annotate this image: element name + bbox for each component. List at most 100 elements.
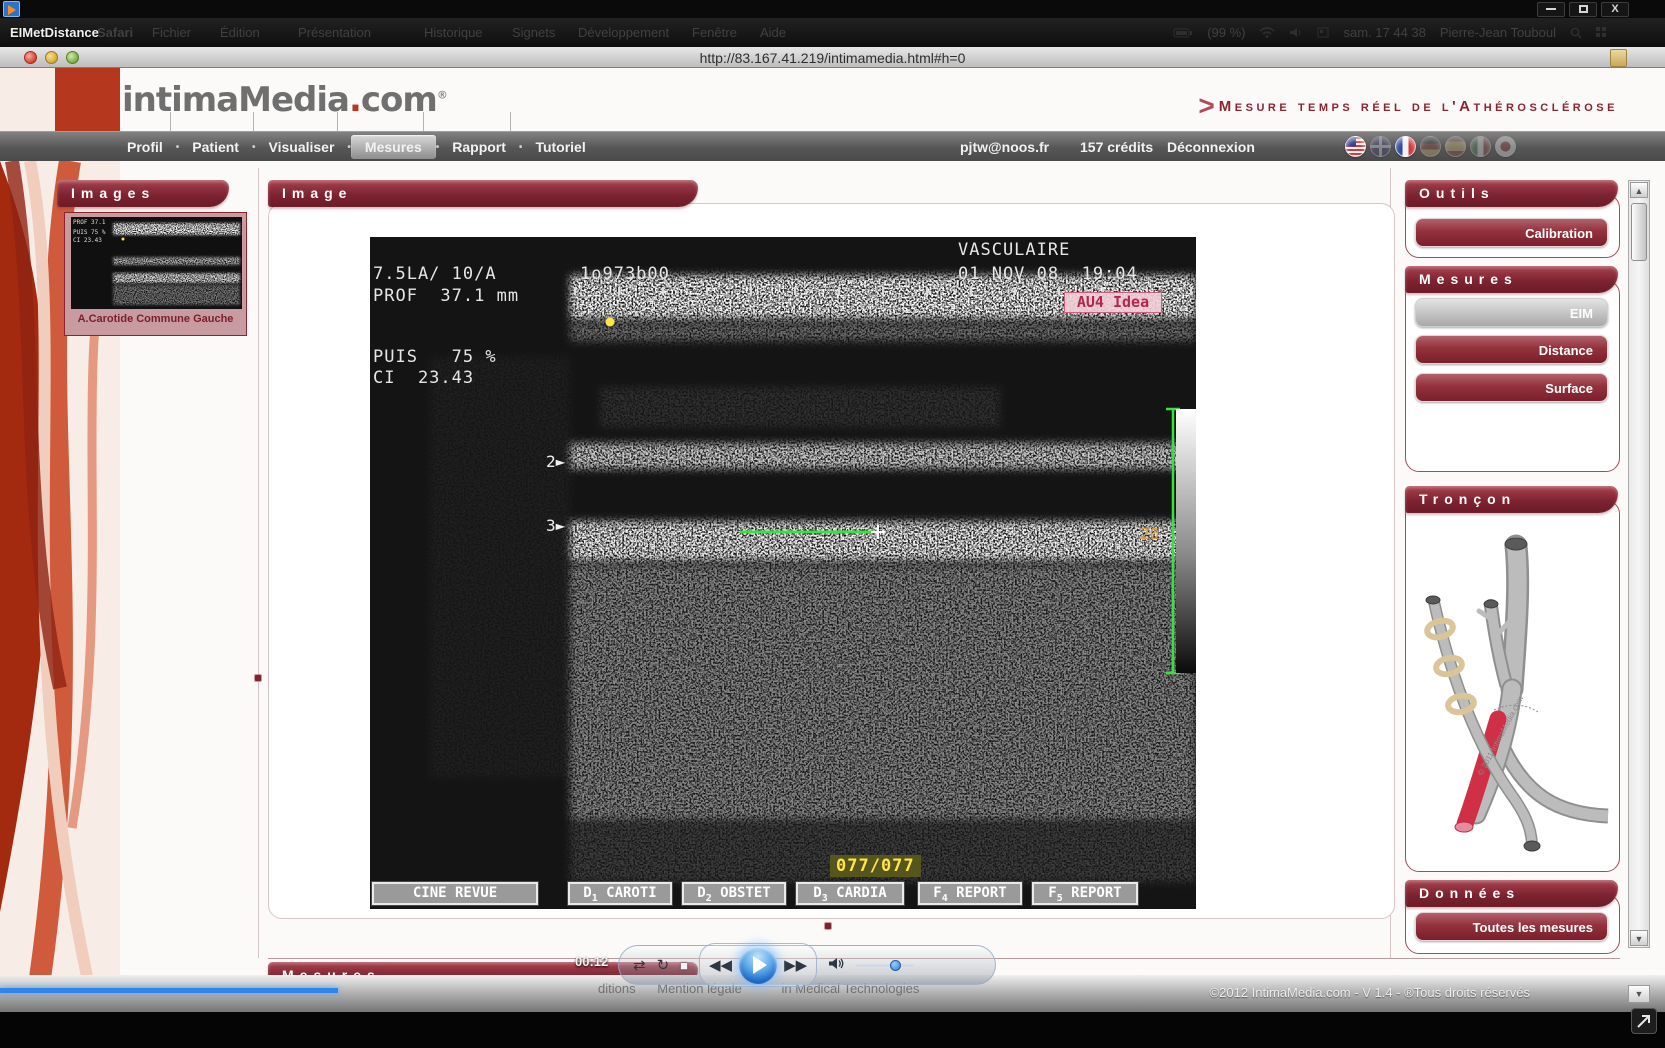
frame-counter: 077/077 — [830, 855, 921, 877]
scrollbar-up-arrow[interactable]: ▲ — [1630, 182, 1648, 198]
shuffle-icon[interactable]: ⇄ — [633, 958, 646, 973]
transport-group: ◀◀ ▶▶ — [699, 943, 817, 987]
rewind-icon[interactable]: ◀◀ — [709, 958, 732, 973]
nav-rapport[interactable]: Rapport — [439, 139, 519, 155]
fast-forward-icon[interactable]: ▶▶ — [784, 958, 807, 973]
us-study-id: 1o973b00 — [580, 264, 670, 284]
us-puis: PUIS 75 % — [373, 347, 497, 367]
flag-fr-icon[interactable] — [1395, 136, 1416, 157]
us-button-report-f4[interactable]: F4 REPORT — [918, 882, 1022, 905]
donnees-panel-header: Données — [1405, 880, 1618, 907]
marker-arrow-icon: ► — [556, 452, 566, 471]
menubar-user[interactable]: Pierre-Jean Touboul — [1440, 25, 1556, 40]
us-button-obstet[interactable]: D2 OBSTET — [682, 882, 786, 905]
eim-button[interactable]: EIM — [1415, 298, 1608, 327]
play-button[interactable] — [739, 946, 777, 984]
menu-safari[interactable]: Safari — [97, 25, 133, 40]
tagline-chevron-icon: > — [1198, 90, 1214, 121]
mac-menubar: Safari Fichier Édition Présentation Hist… — [0, 18, 1665, 47]
player-popout-icon[interactable] — [1631, 1008, 1657, 1034]
carotid-artery-diagram[interactable]: © 2011 IntimaMedia.com — [1416, 514, 1609, 859]
repeat-icon[interactable]: ↻ — [657, 958, 670, 973]
volume-speaker-icon[interactable] — [828, 957, 845, 973]
account-email: pjtw@noos.fr — [960, 139, 1049, 155]
window-close-button[interactable]: X — [1601, 2, 1629, 17]
menu-signets[interactable]: Signets — [512, 25, 555, 40]
letterbox-bottom — [0, 1012, 1665, 1048]
scrollbar-thumb[interactable] — [1631, 203, 1647, 261]
menubar-clock[interactable]: sam. 17 44 38 — [1343, 25, 1425, 40]
flag-de-icon[interactable] — [1420, 136, 1441, 157]
background-swirl-graphic — [0, 68, 120, 1012]
us-button-report-f5[interactable]: F5 REPORT — [1032, 882, 1138, 905]
nav-patient[interactable]: Patient — [179, 139, 252, 155]
elapsed-time: 00:12 — [575, 954, 608, 969]
nav-profil[interactable]: Profil — [114, 139, 176, 155]
flag-gb-icon[interactable] — [1370, 136, 1391, 157]
us-button-cardia[interactable]: D3 CARDIA — [796, 882, 904, 905]
window-maximize-button[interactable] — [1569, 2, 1597, 17]
volume-slider[interactable] — [856, 964, 914, 967]
scrollbar-down-arrow[interactable]: ▼ — [1630, 930, 1648, 946]
player-titlebar — [0, 0, 1665, 18]
logout-link[interactable]: Déconnexion — [1167, 139, 1255, 155]
flag-us-icon[interactable] — [1345, 136, 1366, 157]
column-divider — [258, 168, 259, 958]
nav-tutoriel[interactable]: Tutoriel — [522, 139, 598, 155]
site-tagline: > Mesure temps réel de l'Athérosclérose — [1198, 90, 1618, 122]
logo-registered-mark: ® — [437, 89, 447, 102]
us-button-caroti[interactable]: D1 CAROTI — [568, 882, 672, 905]
us-mode: VASCULAIRE — [958, 240, 1070, 260]
menu-fichier[interactable]: Fichier — [152, 25, 191, 40]
flag-jp-icon[interactable] — [1495, 136, 1516, 157]
logo-dot: . — [349, 80, 361, 120]
menu-aide[interactable]: Aide — [760, 25, 786, 40]
window-minimize-button[interactable] — [1537, 2, 1565, 17]
surface-button[interactable]: Surface — [1415, 373, 1608, 402]
splitter-handle-bottom[interactable] — [824, 922, 832, 930]
splitter-handle-left[interactable] — [254, 674, 262, 682]
menu-fenetre[interactable]: Fenêtre — [692, 25, 737, 40]
flag-es-icon[interactable] — [1445, 136, 1466, 157]
safari-titlebar: http://83.167.41.219/intimamedia.html#h=… — [0, 47, 1665, 68]
tagline-text: Mesure temps réel de l'Athérosclérose — [1219, 98, 1618, 115]
troncon-panel-header: Tronçon — [1405, 486, 1618, 513]
menu-presentation[interactable]: Présentation — [298, 25, 371, 40]
thumbnail-caption: A.Carotide Commune Gauche — [65, 313, 246, 325]
us-ci: CI 23.43 — [373, 368, 474, 388]
thumbnail-card[interactable]: PROF 37.1 PUIS 75 % CI 23.43 A.Carotide … — [64, 212, 247, 336]
us-button-cine-revue[interactable]: CINE REVUE — [372, 882, 538, 905]
outils-panel-header: Outils — [1405, 180, 1618, 207]
image-panel-header: Image — [268, 180, 698, 207]
nav-visualiser[interactable]: Visualiser — [256, 139, 348, 155]
wifi-icon — [1259, 27, 1275, 38]
header-divider — [423, 112, 424, 131]
logo-main: intimaMedia — [122, 80, 349, 120]
flag-it-icon[interactable] — [1470, 136, 1491, 157]
toutes-les-mesures-button[interactable]: Toutes les mesures — [1415, 912, 1608, 941]
grayscale-bar — [1176, 409, 1196, 673]
header-divider — [253, 112, 254, 131]
us-annotation-au4: AU4 Idea — [1064, 292, 1162, 313]
scrollbar-down-arrow-secondary[interactable]: ▼ — [1628, 985, 1650, 1003]
credits-badge: 157 crédits — [1080, 139, 1153, 155]
scrollbar-track[interactable]: ▲ ▼ — [1628, 180, 1650, 948]
calibration-button[interactable]: Calibration — [1415, 218, 1608, 247]
stop-icon[interactable]: ■ — [680, 959, 688, 972]
playback-progress-bar[interactable] — [0, 988, 338, 993]
plugin-badge-icon[interactable] — [1610, 49, 1627, 67]
spaces-icon[interactable] — [1596, 27, 1607, 38]
url-text[interactable]: http://83.167.41.219/intimamedia.html#h=… — [0, 50, 1665, 66]
volume-slider-knob[interactable] — [890, 960, 901, 971]
search-icon[interactable] — [1570, 27, 1582, 39]
ultrasound-image[interactable]: VASCULAIRE 7.5LA/ 10/A 1o973b00 01 NOV 0… — [370, 237, 1196, 909]
main-navbar: Profil• Patient• Visualiser• Mesures• Ra… — [0, 131, 1665, 161]
menu-historique[interactable]: Historique — [424, 25, 483, 40]
battery-icon — [1173, 28, 1193, 38]
distance-button[interactable]: Distance — [1415, 335, 1608, 364]
menu-edition[interactable]: Édition — [220, 25, 260, 40]
measurement-crosshair[interactable] — [871, 525, 885, 539]
menu-developpement[interactable]: Développement — [578, 25, 669, 40]
nav-mesures[interactable]: Mesures — [351, 135, 436, 159]
video-player-window: X EIMetDistance Safari Fichier Édition P… — [0, 0, 1665, 1048]
